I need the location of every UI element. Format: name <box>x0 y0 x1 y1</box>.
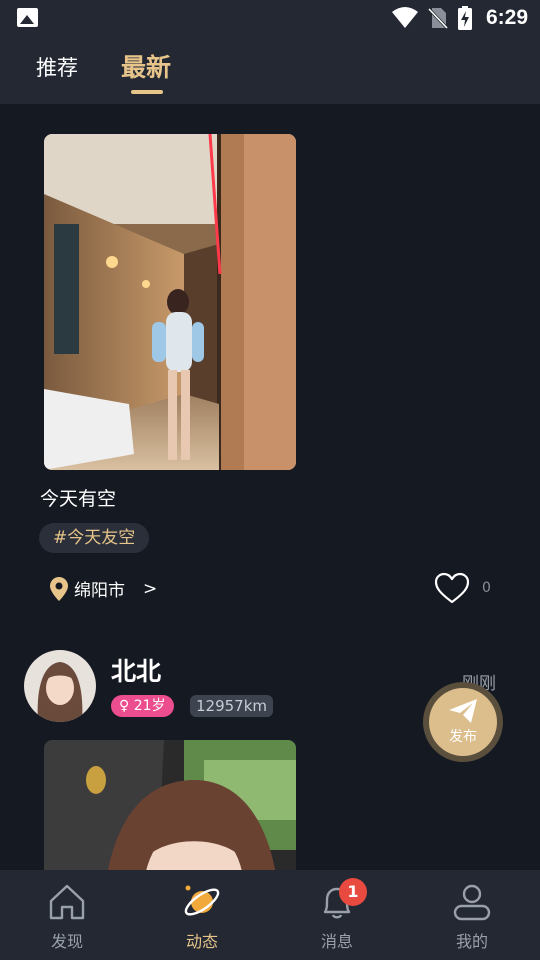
username[interactable]: 北北 <box>111 652 161 688</box>
tab-active-indicator <box>131 90 163 94</box>
status-bar: 6:29 <box>0 0 540 36</box>
nav-label: 动态 <box>185 932 218 951</box>
nav-label: 我的 <box>455 932 488 951</box>
location-link[interactable]: 绵阳市 > <box>50 576 157 601</box>
post-photo[interactable] <box>44 134 296 470</box>
tab-recommended[interactable]: 推荐 <box>36 52 78 82</box>
paper-plane-icon <box>449 699 477 723</box>
location-label: 绵阳市 <box>74 581 125 601</box>
bell-icon-wrap: 1 <box>317 878 367 922</box>
nav-moments[interactable]: 动态 <box>152 870 252 960</box>
tab-latest[interactable]: 最新 <box>121 48 171 84</box>
status-icons: 6:29 <box>391 5 528 31</box>
publish-button[interactable]: 发布 <box>423 682 503 762</box>
topic-tag[interactable]: #今天友空 <box>39 523 150 553</box>
location-arrow: > <box>143 578 158 599</box>
home-icon <box>49 884 85 920</box>
gender-age-badge: ♀ 21岁 <box>111 695 174 717</box>
heart-icon <box>434 572 470 604</box>
location-pin-icon <box>50 576 68 601</box>
avatar[interactable] <box>24 650 96 722</box>
distance-badge: 12957km <box>190 695 274 717</box>
planet-icon <box>184 885 220 916</box>
image-icon <box>17 8 38 27</box>
nav-label: 消息 <box>320 932 353 951</box>
post-photo-image <box>44 134 296 470</box>
battery-charging-icon <box>457 6 472 30</box>
nav-messages[interactable]: 1 消息 <box>287 870 387 960</box>
no-sim-icon <box>427 7 448 29</box>
nav-label: 发现 <box>50 932 83 951</box>
notification-badge: 1 <box>339 878 367 906</box>
nav-discover[interactable]: 发现 <box>17 870 117 960</box>
post-photo-image <box>44 740 296 870</box>
post-photo[interactable] <box>44 740 296 870</box>
top-tab-bar: 推荐 最新 <box>0 36 540 104</box>
publish-button-inner: 发布 <box>429 688 497 756</box>
bottom-nav: 发现 动态 1 消息 我的 <box>0 870 540 960</box>
like-button[interactable]: 0 <box>434 572 491 604</box>
profile-icon <box>453 884 491 921</box>
like-count: 0 <box>482 580 491 596</box>
status-time: 6:29 <box>485 6 528 29</box>
post-text: 今天有空 <box>40 488 117 510</box>
publish-label: 发布 <box>449 729 477 745</box>
wifi-icon <box>391 7 418 28</box>
avatar-image <box>24 650 96 722</box>
nav-profile[interactable]: 我的 <box>422 870 522 960</box>
